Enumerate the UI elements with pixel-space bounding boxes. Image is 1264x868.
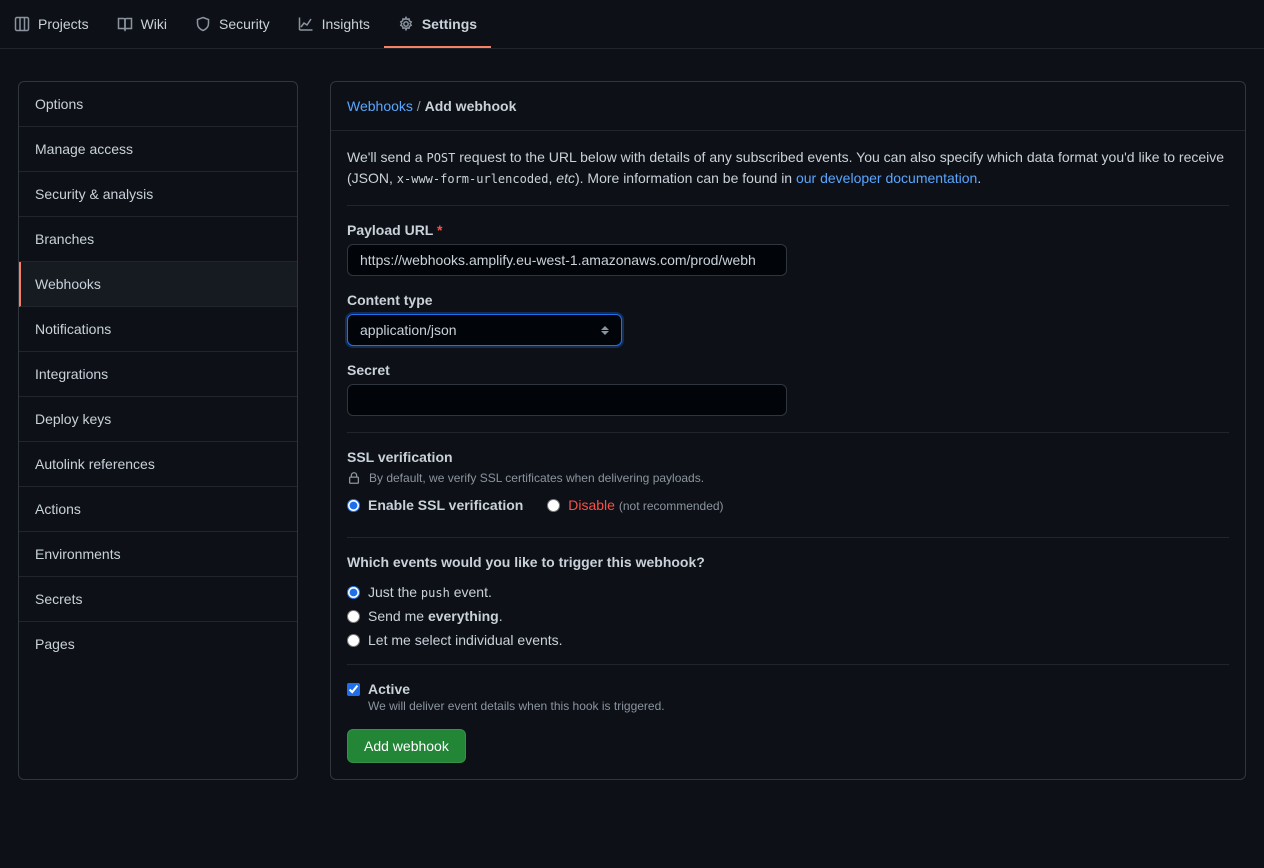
divider <box>347 432 1229 433</box>
sidebar-item-environments[interactable]: Environments <box>19 532 297 577</box>
events-push-radio[interactable] <box>347 586 360 599</box>
tab-settings[interactable]: Settings <box>384 0 491 48</box>
ssl-title: SSL verification <box>347 449 1229 465</box>
gear-icon <box>398 16 414 32</box>
sidebar-item-manage-access[interactable]: Manage access <box>19 127 297 172</box>
tab-label: Security <box>219 16 270 32</box>
tab-label: Insights <box>322 16 370 32</box>
divider <box>347 205 1229 206</box>
events-title: Which events would you like to trigger t… <box>347 554 1229 570</box>
developer-docs-link[interactable]: our developer documentation <box>796 170 977 186</box>
sidebar-item-autolink-references[interactable]: Autolink references <box>19 442 297 487</box>
ssl-disable-label[interactable]: Disable (not recommended) <box>568 497 723 513</box>
sidebar-item-deploy-keys[interactable]: Deploy keys <box>19 397 297 442</box>
divider <box>347 537 1229 538</box>
settings-sidebar: Options Manage access Security & analysi… <box>18 81 298 780</box>
payload-url-input[interactable] <box>347 244 787 276</box>
sidebar-item-actions[interactable]: Actions <box>19 487 297 532</box>
breadcrumb-current: Add webhook <box>425 98 517 114</box>
secret-label: Secret <box>347 362 1229 378</box>
ssl-enable-label[interactable]: Enable SSL verification <box>368 497 523 513</box>
book-icon <box>117 16 133 32</box>
project-icon <box>14 16 30 32</box>
events-push-label[interactable]: Just the push event. <box>368 584 492 600</box>
secret-input[interactable] <box>347 384 787 416</box>
tab-label: Projects <box>38 16 89 32</box>
sidebar-item-security-analysis[interactable]: Security & analysis <box>19 172 297 217</box>
sidebar-item-webhooks[interactable]: Webhooks <box>19 262 297 307</box>
shield-icon <box>195 16 211 32</box>
ssl-enable-radio[interactable] <box>347 499 360 512</box>
ssl-note-row: By default, we verify SSL certificates w… <box>347 471 1229 485</box>
code-post: POST <box>426 151 455 165</box>
events-everything-label[interactable]: Send me everything. <box>368 608 503 624</box>
tab-label: Wiki <box>141 16 167 32</box>
sidebar-item-notifications[interactable]: Notifications <box>19 307 297 352</box>
breadcrumb-sep: / <box>417 98 421 114</box>
graph-icon <box>298 16 314 32</box>
ssl-disable-radio[interactable] <box>547 499 560 512</box>
tab-security[interactable]: Security <box>181 0 284 48</box>
events-individual-label[interactable]: Let me select individual events. <box>368 632 563 648</box>
active-label: Active <box>368 681 410 697</box>
top-nav: Projects Wiki Security Insights Settings <box>0 0 1264 49</box>
tab-wiki[interactable]: Wiki <box>103 0 181 48</box>
main-panel: Webhooks / Add webhook We'll send a POST… <box>330 81 1246 780</box>
breadcrumb: Webhooks / Add webhook <box>331 82 1245 131</box>
divider <box>347 664 1229 665</box>
sidebar-item-options[interactable]: Options <box>19 82 297 127</box>
tab-insights[interactable]: Insights <box>284 0 384 48</box>
updown-caret-icon <box>601 326 609 335</box>
intro-text: We'll send a POST request to the URL bel… <box>347 147 1229 189</box>
active-desc: We will deliver event details when this … <box>368 699 665 713</box>
tab-label: Settings <box>422 16 477 32</box>
events-everything-radio[interactable] <box>347 610 360 623</box>
sidebar-item-pages[interactable]: Pages <box>19 622 297 666</box>
content-type-label: Content type <box>347 292 1229 308</box>
breadcrumb-root-link[interactable]: Webhooks <box>347 98 413 114</box>
sidebar-item-branches[interactable]: Branches <box>19 217 297 262</box>
code-urlencoded: x-www-form-urlencoded <box>397 172 549 186</box>
sidebar-item-secrets[interactable]: Secrets <box>19 577 297 622</box>
tab-projects[interactable]: Projects <box>0 0 103 48</box>
content-type-select[interactable]: application/json <box>347 314 622 346</box>
sidebar-item-integrations[interactable]: Integrations <box>19 352 297 397</box>
payload-url-label: Payload URL * <box>347 222 1229 238</box>
events-individual-radio[interactable] <box>347 634 360 647</box>
select-value: application/json <box>360 322 457 338</box>
active-checkbox[interactable] <box>347 683 360 696</box>
add-webhook-button[interactable]: Add webhook <box>347 729 466 763</box>
lock-icon <box>347 471 361 485</box>
